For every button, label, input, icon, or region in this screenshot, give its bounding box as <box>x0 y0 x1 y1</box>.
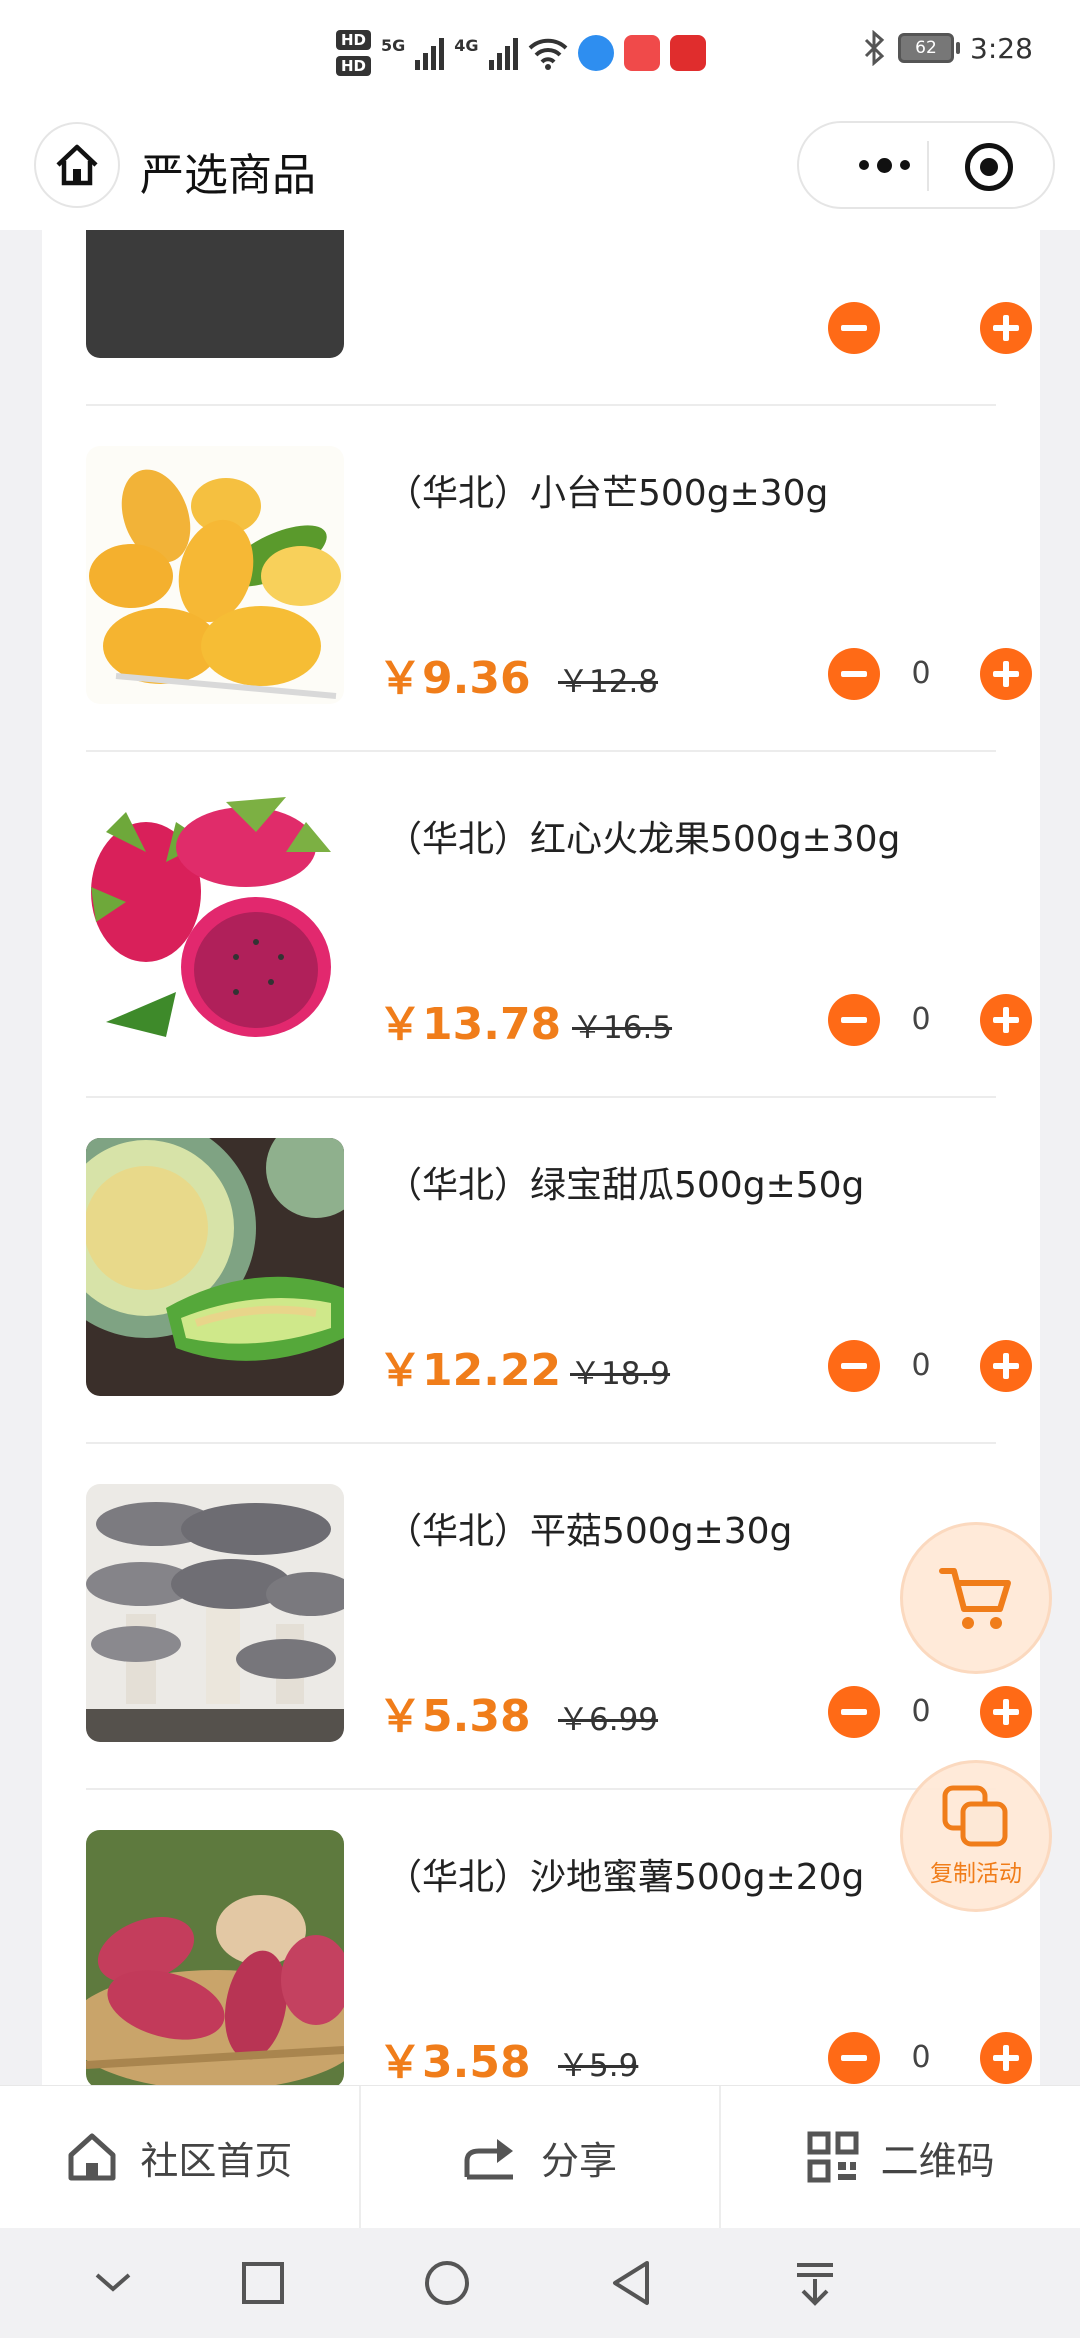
copy-icon <box>942 1785 1008 1847</box>
tab-community-home[interactable]: 社区首页 <box>0 2086 361 2228</box>
product-name: （华北）沙地蜜薯500g±20g <box>386 1857 865 1898</box>
decrease-button[interactable] <box>828 994 880 1046</box>
decrease-button[interactable] <box>828 648 880 700</box>
copy-activity-label: 复制活动 <box>930 1861 1022 1887</box>
floating-copy-activity-button[interactable]: 复制活动 <box>900 1760 1052 1912</box>
increase-button[interactable] <box>980 2032 1032 2084</box>
product-original-price: ￥12.8 <box>558 664 659 700</box>
quantity-value: 0 <box>911 1002 931 1037</box>
target-icon[interactable] <box>965 143 1013 191</box>
network-type-1: 5G <box>381 36 406 55</box>
decrease-button[interactable] <box>828 2032 880 2084</box>
page-title: 严选商品 <box>140 150 316 201</box>
product-original-price: ￥6.99 <box>558 1702 659 1738</box>
status-bar: HD HD 5G 4G 62 3:28 <box>0 0 1080 115</box>
network-type-2: 4G <box>454 36 479 55</box>
increase-button[interactable] <box>980 1686 1032 1738</box>
product-price: ￥13.78 <box>378 999 562 1050</box>
product-image <box>86 1830 344 2085</box>
capsule-menu <box>797 121 1055 209</box>
decrease-button[interactable] <box>828 1340 880 1392</box>
product-price: ￥3.58 <box>378 2037 531 2085</box>
home-circle-icon[interactable] <box>422 2258 472 2308</box>
product-name: （华北）小台芒500g±30g <box>386 473 829 514</box>
status-network-group: HD HD 5G 4G <box>336 30 706 76</box>
floating-cart-button[interactable] <box>900 1522 1052 1674</box>
signal-icon <box>415 36 445 70</box>
quantity-value: 0 <box>911 1348 931 1383</box>
cart-icon <box>939 1568 1011 1629</box>
quantity-value: 0 <box>911 656 931 691</box>
clock: 3:28 <box>970 31 1033 65</box>
increase-button[interactable] <box>980 994 1032 1046</box>
product-price: ￥12.22 <box>378 1345 562 1396</box>
product-original-price: ￥18.9 <box>570 1356 671 1392</box>
product-price: ￥5.38 <box>378 1691 531 1742</box>
decrease-button[interactable] <box>828 302 880 354</box>
bottom-tab-bar: 社区首页 分享 二维码 <box>0 2085 1080 2228</box>
increase-button[interactable] <box>980 1340 1032 1392</box>
product-item[interactable]: （华北）小台芒500g±30g ￥9.36 ￥12.8 0 <box>86 406 1032 752</box>
battery-icon: 62 <box>898 33 960 63</box>
share-icon <box>464 2139 513 2180</box>
battery-level: 62 <box>898 33 954 63</box>
product-image <box>86 1138 344 1396</box>
quantity-value: 0 <box>911 1694 931 1729</box>
home-icon <box>56 144 98 186</box>
product-item[interactable]: （华北）沙地蜜薯500g±20g ￥3.58 ￥5.9 0 <box>86 1790 1032 2085</box>
mini-program-navbar: 严选商品 <box>0 115 1080 230</box>
product-image <box>86 792 344 1050</box>
back-icon[interactable] <box>606 2258 656 2308</box>
product-price: ￥9.36 <box>378 653 531 704</box>
product-list: （华北）小台芒500g±30g ￥9.36 ￥12.8 0 （华北）红心火龙果5… <box>42 230 1040 2085</box>
tab-share[interactable]: 分享 <box>361 2086 722 2228</box>
increase-button[interactable] <box>980 302 1032 354</box>
product-list-card: （华北）小台芒500g±30g ￥9.36 ￥12.8 0 （华北）红心火龙果5… <box>42 230 1040 2085</box>
page: HD HD 5G 4G 62 3:28 严选商品 （华北）小台芒500g±30g… <box>0 0 1080 2338</box>
product-name: （华北）绿宝甜瓜500g±50g <box>386 1165 865 1206</box>
tab-qrcode[interactable]: 二维码 <box>721 2086 1080 2228</box>
system-navigation-bar <box>0 2228 1080 2338</box>
product-name: （华北）平菇500g±30g <box>386 1511 793 1552</box>
product-original-price: ￥5.9 <box>558 2048 639 2084</box>
tab-share-label: 分享 <box>541 2138 618 2183</box>
product-item[interactable]: （华北）绿宝甜瓜500g±50g ￥12.22 ￥18.9 0 <box>86 1098 1032 1444</box>
qr-icon <box>807 2131 859 2183</box>
hd-badge-1: HD <box>336 30 372 50</box>
bluetooth-icon <box>864 30 885 66</box>
increase-button[interactable] <box>980 648 1032 700</box>
app-notification-icon-1 <box>577 35 614 71</box>
hd-badges: HD HD <box>336 30 372 76</box>
status-right-group: 62 3:28 <box>862 30 1033 66</box>
app-notification-icon-2 <box>623 35 660 71</box>
home-icon <box>68 2133 116 2181</box>
product-image <box>86 1484 344 1742</box>
product-item[interactable]: （华北）平菇500g±30g ￥5.38 ￥6.99 0 <box>86 1444 1032 1790</box>
tab-qrcode-label: 二维码 <box>880 2138 995 2183</box>
product-image <box>86 446 344 704</box>
notification-pull-icon[interactable] <box>790 2258 840 2308</box>
product-item-previous[interactable] <box>86 230 1032 406</box>
more-dots-icon[interactable] <box>829 143 939 187</box>
product-original-price: ￥16.5 <box>572 1010 673 1046</box>
app-notification-icon-3 <box>669 35 706 71</box>
product-image <box>86 230 344 358</box>
home-button[interactable] <box>34 122 120 208</box>
tab-community-home-label: 社区首页 <box>140 2138 293 2183</box>
decrease-button[interactable] <box>828 1686 880 1738</box>
chevron-down-icon[interactable] <box>88 2258 138 2308</box>
recent-apps-icon[interactable] <box>238 2258 288 2308</box>
product-item[interactable]: （华北）红心火龙果500g±30g ￥13.78 ￥16.5 0 <box>86 752 1032 1098</box>
hd-badge-2: HD <box>336 56 372 76</box>
product-name: （华北）红心火龙果500g±30g <box>386 819 901 860</box>
wifi-icon <box>528 38 567 70</box>
signal-icon-2 <box>488 36 518 70</box>
quantity-value: 0 <box>911 2040 931 2075</box>
